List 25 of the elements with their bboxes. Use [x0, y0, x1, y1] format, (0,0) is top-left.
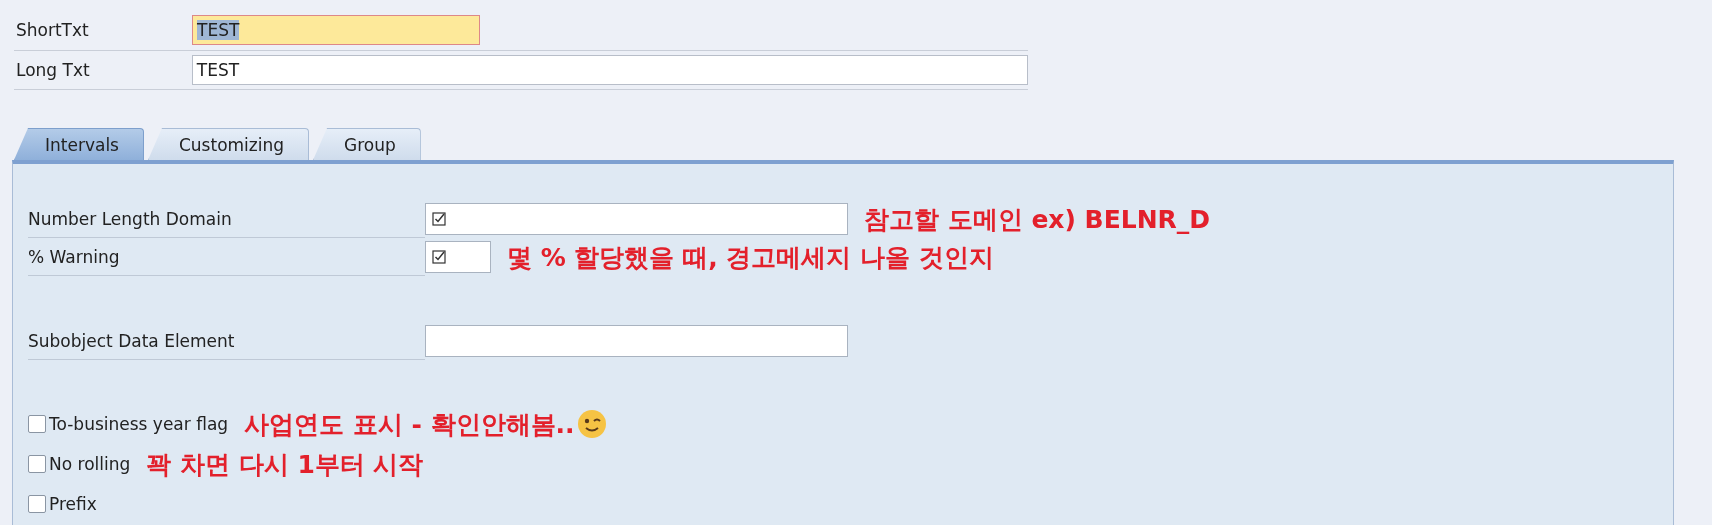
field-label: Number Length Domain — [28, 200, 425, 238]
checkbox-label: No rolling — [49, 454, 131, 474]
checkbox[interactable] — [28, 495, 46, 513]
checkbox-label: Prefix — [49, 494, 97, 514]
tab[interactable]: Customizing — [147, 128, 310, 160]
annotation-text: 몇 % 할당했을 때, 경고메세지 나올 것인지 — [507, 241, 994, 274]
input-field[interactable]: TEST — [191, 55, 1028, 85]
tab[interactable]: Intervals — [14, 128, 144, 160]
tab[interactable]: Group — [313, 128, 421, 160]
field-label: ShortTxt — [15, 20, 90, 40]
input-field[interactable] — [425, 241, 491, 273]
checked-box-icon — [432, 250, 446, 264]
input-field[interactable] — [425, 203, 848, 235]
input-field[interactable]: TEST — [192, 15, 480, 45]
checkbox[interactable] — [28, 455, 46, 473]
checkbox-label: To-business year flag — [49, 414, 229, 434]
field-label: % Warning — [28, 238, 425, 276]
input-field[interactable] — [425, 325, 848, 357]
annotation-text: 꽉 차면 다시 1부터 시작 — [146, 448, 424, 481]
checkbox[interactable] — [28, 415, 46, 433]
checked-box-icon — [432, 212, 446, 226]
annotation-text: 사업연도 표시 - 확인안해봄.. — [244, 408, 575, 441]
field-label: Long Txt — [15, 60, 91, 80]
annotation-text: 참고할 도메인 ex) BELNR_D — [864, 203, 1211, 236]
field-label: Subobject Data Element — [28, 322, 425, 360]
